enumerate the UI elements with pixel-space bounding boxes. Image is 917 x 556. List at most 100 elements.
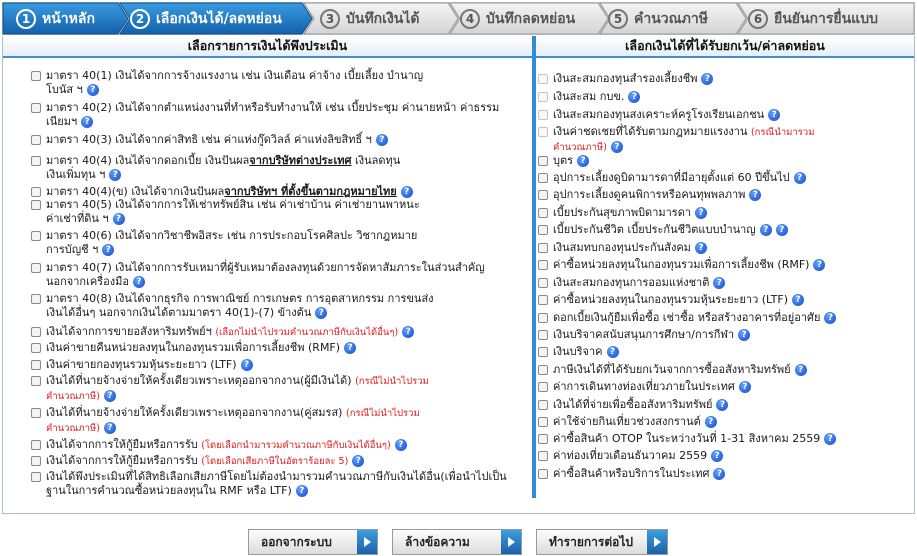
checkbox[interactable] xyxy=(31,200,41,210)
left-item[interactable]: มาตรา 40(8) เงินได้จากธุรกิจ การพาณิชย์ … xyxy=(31,292,527,320)
checkbox[interactable] xyxy=(31,103,41,113)
checkbox[interactable] xyxy=(538,156,548,166)
checkbox[interactable] xyxy=(538,295,548,305)
help-icon[interactable]: ? xyxy=(606,346,619,358)
help-icon[interactable]: ? xyxy=(240,359,253,371)
right-item[interactable]: เงินสะสมกองทุนการออมแห่งชาติ? xyxy=(538,276,910,290)
help-icon[interactable]: ? xyxy=(315,307,328,319)
help-icon[interactable]: ? xyxy=(103,422,116,434)
right-item[interactable]: เงินสมทบกองทุนประกันสังคม? xyxy=(538,241,910,255)
checkbox[interactable] xyxy=(31,376,41,386)
help-icon[interactable]: ? xyxy=(738,381,751,393)
right-item[interactable]: อุปการะเลี้ยงดูบิดามารดาที่มีอายุตั้งแต่… xyxy=(538,171,910,185)
left-item[interactable]: เงินค่าขายคืนหน่วยลงทุนในกองทุนรวมเพื่อก… xyxy=(31,341,527,355)
help-icon[interactable]: ? xyxy=(694,242,707,254)
help-icon[interactable]: ? xyxy=(103,390,116,402)
left-item[interactable]: เงินได้จากการให้กู้ยืมหรือการรับ (โดยเลื… xyxy=(31,454,527,469)
checkbox[interactable] xyxy=(538,278,548,288)
checkbox[interactable] xyxy=(31,231,41,241)
right-item[interactable]: ค่าซื้อสินค้าหรือบริการในประเทศ? xyxy=(538,467,910,481)
checkbox[interactable] xyxy=(538,469,548,479)
next-button[interactable]: ทำรายการต่อไป xyxy=(536,529,668,555)
step-1[interactable]: 1 หน้าหลัก xyxy=(16,3,95,34)
right-item[interactable]: เงินบริจาค? xyxy=(538,345,910,359)
help-icon[interactable]: ? xyxy=(352,455,365,467)
right-item[interactable]: เงินสะสมกองทุนสงเคราะห์ครูโรงเรียนเอกชน? xyxy=(538,108,910,122)
help-icon[interactable]: ? xyxy=(704,416,717,428)
help-icon[interactable]: ? xyxy=(402,326,415,338)
clear-button[interactable]: ล้างข้อความ xyxy=(392,529,522,555)
right-item[interactable]: เงินสะสม กบข.? xyxy=(538,90,910,104)
help-icon[interactable]: ? xyxy=(713,468,726,480)
step-2[interactable]: 2 เลือกเงินได้/ลดหย่อน xyxy=(130,3,282,34)
help-icon[interactable]: ? xyxy=(102,244,115,256)
help-icon[interactable]: ? xyxy=(109,169,122,181)
help-icon[interactable]: ? xyxy=(610,141,623,153)
checkbox[interactable] xyxy=(31,360,41,370)
checkbox[interactable] xyxy=(31,187,41,197)
help-icon[interactable]: ? xyxy=(112,213,125,225)
help-icon[interactable]: ? xyxy=(375,134,388,146)
left-item[interactable]: เงินค่าขายกองทุนรวมหุ้นระยะยาว (LTF)? xyxy=(31,358,527,372)
left-item[interactable]: เงินได้ที่นายจ้างจ่ายให้ครั้งเดียวเพราะเ… xyxy=(31,406,527,436)
right-item[interactable]: ค่าซื้อสินค้า OTOP ในระหว่างวันที่ 1-31 … xyxy=(538,432,910,446)
help-icon[interactable]: ? xyxy=(132,276,145,288)
checkbox[interactable] xyxy=(31,440,41,450)
right-item[interactable]: บุตร? xyxy=(538,154,910,168)
checkbox[interactable] xyxy=(538,382,548,392)
checkbox[interactable] xyxy=(538,260,548,270)
right-item[interactable]: ค่าซื้อหน่วยลงทุนในกองทุนรวมเพื่อการเลี้… xyxy=(538,258,910,272)
left-item[interactable]: มาตรา 40(5) เงินได้จากการให้เช่าทรัพย์สิ… xyxy=(31,198,527,226)
left-item[interactable]: มาตรา 40(4) เงินได้จากดอกเบี้ย เงินปันผล… xyxy=(31,154,527,182)
checkbox[interactable] xyxy=(538,365,548,375)
help-icon[interactable]: ? xyxy=(344,342,357,354)
checkbox[interactable] xyxy=(538,313,548,323)
left-item[interactable]: มาตรา 40(1) เงินได้จากการจ้างแรงงาน เช่น… xyxy=(31,69,527,97)
checkbox[interactable] xyxy=(538,347,548,357)
right-item[interactable]: ค่าซื้อหน่วยลงทุนในกองทุนรวมหุ้นระยะยาว … xyxy=(538,293,910,307)
checkbox[interactable] xyxy=(538,330,548,340)
left-item[interactable]: มาตรา 40(2) เงินได้จากตำแหน่งงานที่ทำหรื… xyxy=(31,101,527,129)
left-item[interactable]: เงินได้พึงประเมินที่ได้สิทธิเลือกเสียภาษ… xyxy=(31,470,527,498)
right-item[interactable]: เงินค่าชดเชยที่ได้รับตามกฎหมายแรงงาน (กร… xyxy=(538,125,910,155)
help-icon[interactable]: ? xyxy=(628,91,641,103)
checkbox[interactable] xyxy=(538,434,548,444)
help-icon[interactable]: ? xyxy=(824,312,837,324)
checkbox[interactable] xyxy=(31,343,41,353)
left-item[interactable]: มาตรา 40(4)(ข) เงินได้จากเงินปันผลจากบริ… xyxy=(31,185,527,199)
left-item[interactable]: มาตรา 40(7) เงินได้จากการรับเหมาที่ผู้รั… xyxy=(31,261,527,289)
help-icon[interactable]: ? xyxy=(81,116,94,128)
help-icon[interactable]: ? xyxy=(86,84,99,96)
left-item[interactable]: เงินได้ที่นายจ้างจ่ายให้ครั้งเดียวเพราะเ… xyxy=(31,374,527,404)
checkbox[interactable] xyxy=(31,263,41,273)
right-item[interactable]: เบี้ยประกันสุขภาพบิดามารดา? xyxy=(538,206,910,220)
checkbox[interactable] xyxy=(538,173,548,183)
right-item[interactable]: เงินสะสมกองทุนสำรองเลี้ยงชีพ? xyxy=(538,72,910,86)
left-item[interactable]: มาตรา 40(6) เงินได้จากวิชาชีพอิสระ เช่น … xyxy=(31,229,527,257)
help-icon[interactable]: ? xyxy=(701,73,714,85)
help-icon[interactable]: ? xyxy=(577,155,590,167)
help-icon[interactable]: ? xyxy=(793,172,806,184)
checkbox[interactable] xyxy=(31,135,41,145)
checkbox[interactable] xyxy=(31,294,41,304)
help-icon[interactable]: ? xyxy=(813,259,826,271)
checkbox[interactable] xyxy=(538,225,548,235)
right-item[interactable]: ค่าใช้จ่ายกินเที่ยวช่วงสงกรานต์? xyxy=(538,415,910,429)
left-item[interactable]: เงินได้จากการขายอสังหาริมทรัพย์ฯ (เลือกไ… xyxy=(31,325,527,340)
right-item[interactable]: ค่าการเดินทางท่องเที่ยวภายในประเทศ? xyxy=(538,380,910,394)
help-icon[interactable]: ? xyxy=(759,224,772,236)
help-icon[interactable]: ? xyxy=(824,433,837,445)
checkbox[interactable] xyxy=(31,472,41,482)
checkbox[interactable] xyxy=(538,400,548,410)
help-icon[interactable]: ? xyxy=(711,450,724,462)
help-icon[interactable]: ? xyxy=(713,277,726,289)
right-item[interactable]: เบี้ยประกันชีวิต เบี้ยประกันชีวิตแบบบำนา… xyxy=(538,223,910,237)
left-item[interactable]: มาตรา 40(3) เงินได้จากค่าสิทธิ เช่น ค่าแ… xyxy=(31,133,527,147)
checkbox[interactable] xyxy=(31,408,41,418)
checkbox[interactable] xyxy=(538,190,548,200)
checkbox[interactable] xyxy=(538,208,548,218)
checkbox[interactable] xyxy=(538,417,548,427)
help-icon[interactable]: ? xyxy=(400,186,413,198)
checkbox[interactable] xyxy=(538,451,548,461)
help-icon[interactable]: ? xyxy=(695,207,708,219)
